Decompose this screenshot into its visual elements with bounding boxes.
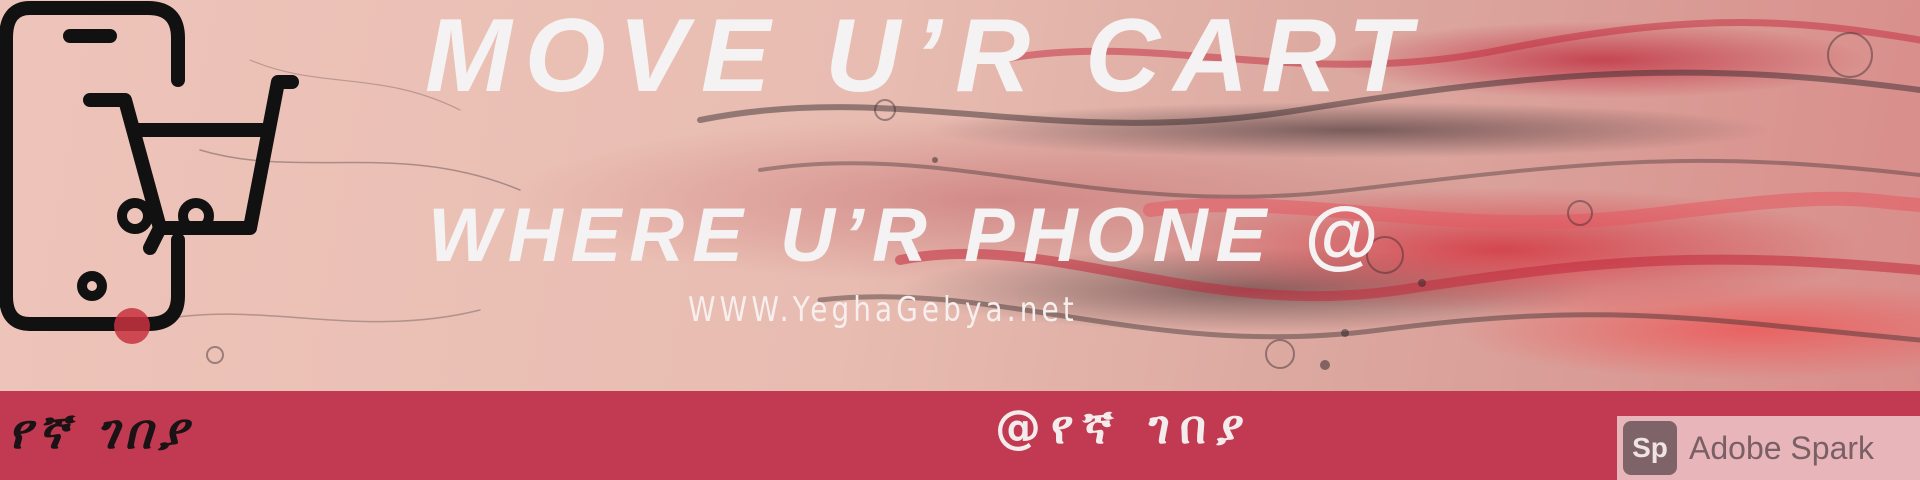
banner-title: MOVE U’R CART — [425, 0, 1425, 114]
website-url: WWW.YeghaGebya.net — [688, 290, 1078, 330]
banner-subtitle: WHERE U’R PHONE @ — [428, 193, 1386, 278]
adobe-spark-badge[interactable]: Sp Adobe Spark — [1617, 416, 1920, 480]
brand-handle-center: @የኛ ገበያ — [995, 400, 1254, 454]
adobe-spark-icon: Sp — [1623, 421, 1677, 475]
phone-cart-logo-icon — [0, 1, 299, 344]
adobe-spark-label: Adobe Spark — [1689, 429, 1875, 466]
brand-name-left: የኛ ገበያ — [8, 404, 194, 460]
